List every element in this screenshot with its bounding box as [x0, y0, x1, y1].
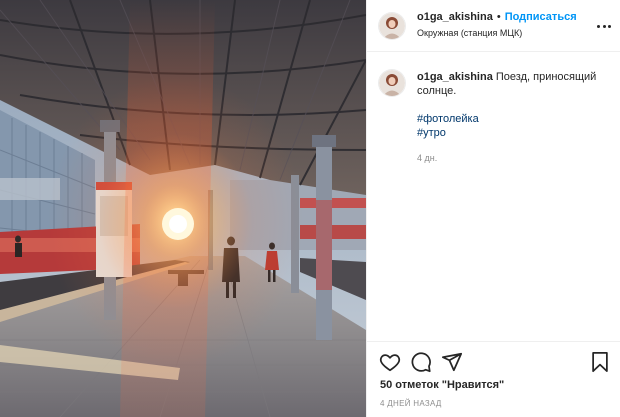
- username-link[interactable]: o1ga_akishina: [417, 10, 493, 25]
- post-date: 4 ДНЕЙ НАЗАД: [380, 399, 442, 408]
- hashtag-list: #фотолейка #утро: [417, 112, 607, 140]
- heart-icon[interactable]: [379, 351, 401, 373]
- post-caption: o1ga_akishina Поезд, приносящий солнце. …: [379, 70, 607, 165]
- station-platform-photo: [0, 0, 366, 417]
- post-photo[interactable]: [0, 0, 366, 417]
- likes-count[interactable]: 50 отметок "Нравится": [380, 379, 504, 391]
- separator-dot: •: [496, 11, 501, 23]
- more-options-icon[interactable]: [597, 19, 611, 33]
- instagram-post: o1ga_akishina • Подписаться Окружная (ст…: [0, 0, 620, 417]
- post-header: o1ga_akishina • Подписаться Окружная (ст…: [367, 0, 620, 52]
- action-bar: [379, 351, 611, 373]
- share-icon[interactable]: [441, 351, 463, 373]
- header-text: o1ga_akishina • Подписаться Окружная (ст…: [417, 10, 577, 41]
- post-details-panel: o1ga_akishina • Подписаться Окружная (ст…: [366, 0, 620, 417]
- hashtag-link[interactable]: #утро: [417, 126, 607, 140]
- post-actions-section: 50 отметок "Нравится" 4 ДНЕЙ НАЗАД: [367, 341, 620, 417]
- caption-body: o1ga_akishina Поезд, приносящий солнце. …: [417, 70, 607, 165]
- caption-username-link[interactable]: o1ga_akishina: [417, 71, 493, 83]
- location-link[interactable]: Окружная (станция МЦК): [417, 26, 577, 41]
- follow-button[interactable]: Подписаться: [505, 10, 577, 25]
- caption-age: 4 дн.: [417, 153, 438, 163]
- comment-icon[interactable]: [410, 351, 432, 373]
- bookmark-icon[interactable]: [589, 351, 611, 373]
- avatar[interactable]: [379, 12, 405, 39]
- caption-avatar[interactable]: [379, 70, 405, 96]
- hashtag-link[interactable]: #фотолейка: [417, 112, 607, 126]
